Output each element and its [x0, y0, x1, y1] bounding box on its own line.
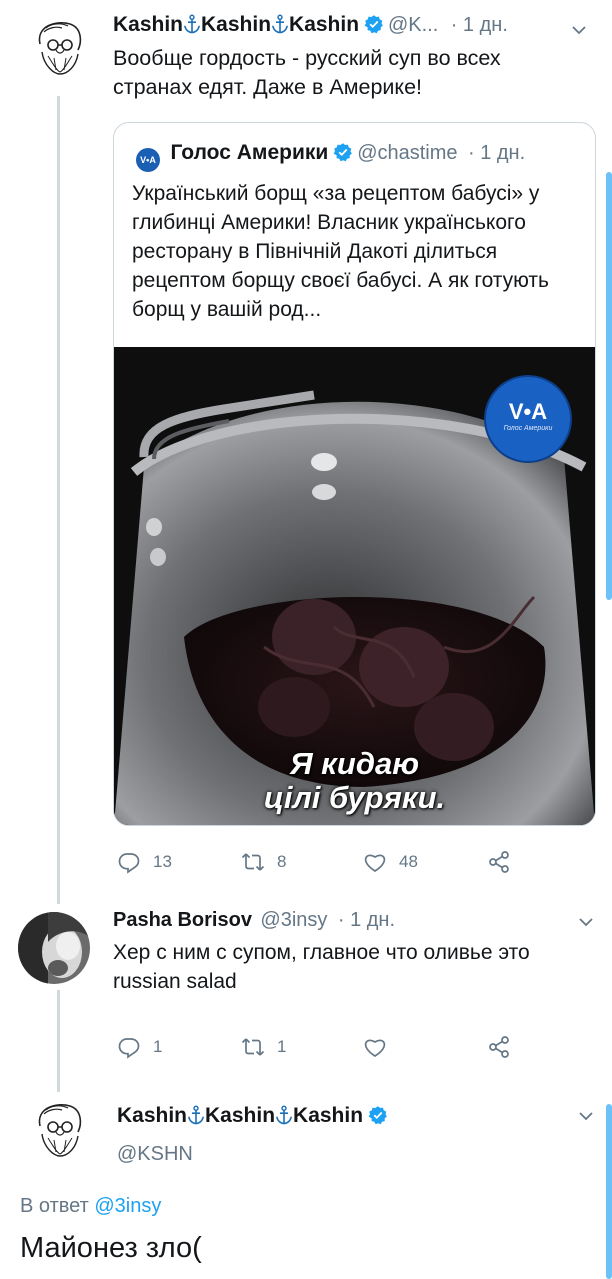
- verified-icon: [364, 15, 383, 34]
- author-handle[interactable]: @KSHN: [117, 1143, 193, 1166]
- scrollbar[interactable]: [606, 1104, 612, 1279]
- tweet-header: Pasha Borisov @3insy · 1 дн.: [113, 909, 395, 932]
- like-button[interactable]: [363, 1035, 399, 1059]
- media-voa-logo-text: V•A: [508, 399, 548, 424]
- quote-text: Український борщ «за рецептом бабусі» у …: [132, 182, 549, 321]
- name-part: Kashin: [113, 13, 184, 36]
- thread-line: [57, 990, 60, 1092]
- quote-media[interactable]: V•A Голос Америки Я кидаю цілі буряки.: [114, 347, 595, 825]
- reply-icon: [118, 1038, 140, 1059]
- caption-line: Я кидаю: [289, 746, 420, 781]
- like-icon: [364, 1039, 386, 1058]
- reply-button[interactable]: 1: [117, 1035, 162, 1059]
- share-icon: [489, 851, 509, 873]
- reply-to-link[interactable]: @3insy: [94, 1195, 161, 1217]
- retweet-icon: [241, 853, 265, 871]
- tweet-header: Kashin Kashin Kashin @K... · 1 дн.: [113, 13, 508, 37]
- anchor-icon: [188, 1105, 205, 1125]
- author-handle[interactable]: @K...: [388, 14, 438, 36]
- anchor-icon: [276, 1105, 293, 1125]
- like-icon: [364, 854, 386, 873]
- author-handle[interactable]: @3insy: [260, 909, 327, 931]
- name-part: Kashin: [205, 1104, 276, 1127]
- author-name[interactable]: Pasha Borisov: [113, 909, 252, 931]
- scrollbar[interactable]: [606, 172, 612, 600]
- tweet-header: Kashin Kashin Kashin: [117, 1104, 388, 1128]
- name-part: Kashin: [117, 1104, 188, 1127]
- author-name[interactable]: Kashin Kashin Kashin: [113, 13, 359, 36]
- name-part: Kashin: [293, 1104, 364, 1127]
- avatar[interactable]: [18, 912, 90, 984]
- media-voa-badge: V•A Голос Америки: [486, 377, 570, 461]
- share-icon: [489, 1036, 509, 1058]
- retweet-count: 8: [277, 852, 287, 871]
- caption-line: цілі буряки.: [263, 780, 446, 815]
- retweet-button[interactable]: 8: [241, 850, 286, 874]
- video-caption: Я кидаю цілі буряки.: [114, 747, 595, 815]
- voa-logo: V•A: [136, 148, 160, 172]
- voa-logo-text: V•A: [140, 155, 156, 165]
- author-name[interactable]: Kashin Kashin Kashin: [117, 1104, 363, 1127]
- tweet-text: Майонез зло(: [20, 1232, 202, 1264]
- reply-prefix: В ответ: [20, 1195, 89, 1217]
- reply-count: 13: [153, 852, 172, 871]
- name-part: Kashin: [201, 13, 272, 36]
- anchor-icon: [272, 14, 289, 34]
- reply-count: 1: [153, 1037, 163, 1056]
- share-button[interactable]: [487, 1035, 523, 1059]
- chevron-down-icon[interactable]: [578, 914, 594, 930]
- quoted-tweet[interactable]: V•A Голос Америки @chastime · 1 дн. Укра…: [113, 122, 596, 826]
- timestamp[interactable]: · 1 дн.: [338, 909, 395, 931]
- verified-icon: [333, 143, 352, 162]
- verified-icon: [368, 1106, 387, 1125]
- media-voa-logo-sub: Голос Америки: [503, 425, 553, 432]
- quote-author-name: Голос Америки: [170, 141, 329, 164]
- thread-line: [57, 96, 60, 904]
- quote-timestamp: · 1 дн.: [467, 142, 526, 164]
- timestamp[interactable]: · 1 дн.: [451, 14, 508, 36]
- chevron-down-icon[interactable]: [571, 22, 587, 38]
- reply-context: В ответ @3insy: [20, 1195, 161, 1218]
- name-part: Kashin: [289, 13, 360, 36]
- like-count: 48: [399, 852, 418, 871]
- tweet-text: Вообще гордость - русский суп во всех ст…: [113, 46, 501, 99]
- retweet-count: 1: [277, 1037, 287, 1056]
- share-button[interactable]: [487, 850, 523, 874]
- avatar[interactable]: [26, 1096, 90, 1160]
- tweet-text: Хер с ним с супом, главное что оливье эт…: [113, 941, 530, 993]
- like-button[interactable]: 48: [363, 850, 418, 874]
- reply-button[interactable]: 13: [117, 850, 172, 874]
- retweet-icon: [241, 1038, 265, 1056]
- quote-author-handle: @chastime: [357, 142, 458, 164]
- retweet-button[interactable]: 1: [241, 1035, 286, 1059]
- anchor-icon: [184, 14, 201, 34]
- quote-header: V•A Голос Америки @chastime · 1 дн.: [136, 141, 525, 172]
- reply-icon: [118, 853, 140, 874]
- chevron-down-icon[interactable]: [578, 1108, 594, 1124]
- avatar[interactable]: [26, 14, 90, 78]
